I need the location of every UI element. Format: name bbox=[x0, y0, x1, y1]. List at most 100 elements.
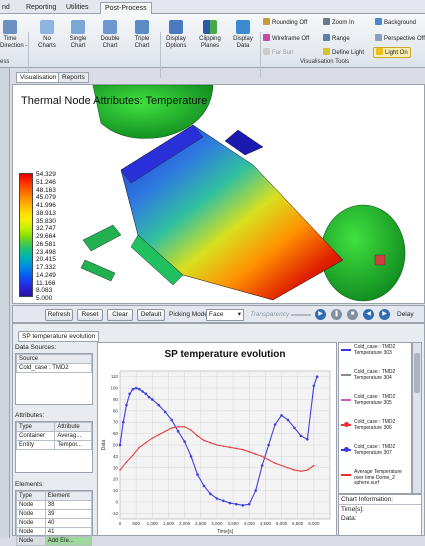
table-row[interactable]: Node 38 bbox=[16, 500, 93, 510]
chart-info-label: Chart Information: bbox=[339, 495, 421, 505]
source-header: Source bbox=[16, 354, 92, 364]
display-data-label: Display Data bbox=[233, 36, 253, 49]
default-button[interactable]: Default bbox=[137, 309, 165, 321]
table-row[interactable]: Entity Tempor... bbox=[15, 440, 92, 450]
table-row[interactable]: Node 41 bbox=[16, 527, 93, 537]
legend-value: 32.747 bbox=[36, 225, 56, 233]
refresh-button[interactable]: Refresh bbox=[45, 309, 73, 321]
data-point bbox=[299, 434, 303, 438]
background-button[interactable]: Background bbox=[375, 18, 416, 27]
pause-icon[interactable]: ❚ bbox=[331, 309, 342, 320]
data-point bbox=[170, 418, 173, 422]
step-forward-icon[interactable]: ▶ bbox=[379, 309, 390, 320]
data-point bbox=[203, 439, 205, 442]
transparency-slider[interactable] bbox=[291, 314, 311, 316]
legend-value: 38.913 bbox=[36, 209, 56, 217]
time-direction-button[interactable]: Time Direction - bbox=[0, 20, 27, 50]
no-charts-button[interactable]: No Charts bbox=[36, 20, 58, 50]
table-row[interactable]: Container Averag... bbox=[15, 431, 92, 441]
legend-entry[interactable]: Cold_case : TMD2 Temperature 306 bbox=[341, 419, 409, 436]
define-light-label: Define Light bbox=[332, 50, 365, 56]
legend-entry[interactable]: Cold_case : TMD2 Temperature 304 bbox=[341, 369, 409, 386]
add-element-cell[interactable]: Add Ele... bbox=[44, 536, 93, 546]
x-tick-label: 2,000 bbox=[179, 521, 191, 526]
data-sources-table: Source Cold_case : TMD2 bbox=[15, 353, 93, 405]
data-point bbox=[315, 375, 319, 378]
data-point bbox=[138, 387, 141, 391]
chart-legend-list[interactable]: Cold_case : TMD2 Temperature 303 Cold_cas… bbox=[338, 342, 412, 494]
double-chart-button[interactable]: Double Chart bbox=[98, 20, 122, 50]
3d-viewport[interactable]: Thermal Node Attributes: Temperature 54.… bbox=[12, 84, 425, 304]
legend-entry[interactable]: Average Temperature over time Dome_2 sph… bbox=[341, 469, 409, 486]
tab-visualisation[interactable]: Visualisation bbox=[16, 72, 61, 83]
ribbon-tab-reporting[interactable]: Reporting bbox=[22, 2, 60, 14]
chart-container[interactable]: -10 0 10 20 30 40 50 60 70 80 90 100 110 0 500 1,000 1,5… bbox=[97, 342, 337, 536]
triple-chart-button[interactable]: Triple Chart bbox=[130, 20, 154, 50]
display-data-button[interactable]: Display Data bbox=[230, 20, 256, 50]
data-point bbox=[254, 489, 257, 492]
data-point bbox=[183, 425, 186, 428]
table-row[interactable]: Node Add Ele... bbox=[16, 536, 93, 546]
data-point bbox=[196, 435, 199, 437]
data-point bbox=[215, 497, 219, 500]
chevron-down-icon: ▾ bbox=[237, 311, 241, 318]
data-point bbox=[235, 447, 238, 450]
rounding-toggle[interactable]: Rounding Off bbox=[263, 18, 307, 27]
legend-value: 54.329 bbox=[36, 171, 56, 178]
view-tab-bar: Visualisation Reports bbox=[12, 70, 425, 84]
tab-reports[interactable]: Reports bbox=[58, 72, 89, 83]
legend-value: 8.083 bbox=[36, 287, 53, 295]
legend-entry-label: Cold_case : TMD2 Temperature 307 bbox=[354, 444, 396, 456]
legend-scrollbar[interactable] bbox=[412, 342, 422, 494]
far-sun-toggle[interactable]: Far Sun bbox=[263, 48, 293, 57]
y-tick-label: 0 bbox=[115, 499, 118, 504]
elem-cell: Node bbox=[16, 518, 46, 528]
source-cell[interactable]: Cold_case : TMD2 bbox=[16, 363, 92, 373]
reset-button[interactable]: Reset bbox=[77, 309, 103, 321]
data-point bbox=[293, 469, 296, 471]
y-tick-label: 20 bbox=[113, 477, 119, 482]
stop-icon[interactable]: ■ bbox=[347, 309, 358, 320]
ribbon-tab-nd[interactable]: nd bbox=[0, 2, 14, 14]
table-row[interactable]: Node 39 bbox=[16, 509, 93, 519]
light-on-toggle[interactable]: Light On bbox=[373, 47, 411, 58]
data-point bbox=[241, 448, 244, 451]
picking-mode-select[interactable]: Face ▾ bbox=[206, 309, 244, 321]
tab-sp-temperature-evolution[interactable]: SP temperature evolution bbox=[18, 331, 100, 342]
left-collapsed-panel[interactable] bbox=[0, 68, 10, 538]
data-point bbox=[280, 464, 283, 467]
background-icon bbox=[375, 18, 382, 25]
ribbon-tab-post-process[interactable]: Post-Process bbox=[100, 2, 152, 14]
wireframe-toggle[interactable]: Wireframe Off bbox=[263, 34, 309, 43]
legend-entry[interactable]: Cold_case : TMD2 Temperature 305 bbox=[341, 394, 409, 411]
table-row[interactable]: Node 40 bbox=[16, 518, 93, 528]
perspective-toggle[interactable]: Perspective Off bbox=[375, 34, 425, 43]
scrollbar-thumb[interactable] bbox=[414, 353, 420, 393]
clear-button[interactable]: Clear bbox=[107, 309, 133, 321]
data-point bbox=[118, 443, 122, 447]
legend-entry[interactable]: Cold_case : TMD2 Temperature 303 bbox=[341, 344, 409, 361]
single-chart-button[interactable]: Single Chart bbox=[66, 20, 90, 50]
display-options-button[interactable]: Display Options bbox=[163, 20, 189, 50]
play-icon[interactable]: ▶ bbox=[315, 309, 326, 320]
3d-model[interactable] bbox=[13, 85, 425, 304]
data-point bbox=[248, 451, 251, 453]
legend-value: 41.996 bbox=[36, 202, 56, 209]
ribbon-tab-utilities[interactable]: Utilities bbox=[62, 2, 93, 14]
range-button[interactable]: Range bbox=[323, 34, 350, 43]
data-point bbox=[190, 429, 192, 431]
elem-header-element: Element bbox=[44, 491, 93, 501]
define-light-button[interactable]: Define Light bbox=[323, 48, 364, 57]
data-point bbox=[119, 469, 121, 471]
legend-entry[interactable]: Cold_case : TMD2 Temperature 307 bbox=[341, 444, 409, 461]
legend-entry-label: Cold_case : TMD2 Temperature 305 bbox=[354, 394, 396, 406]
elements-label: Elements: bbox=[15, 481, 44, 488]
zoom-in-button[interactable]: Zoom In bbox=[323, 18, 354, 27]
single-chart-icon bbox=[71, 20, 85, 34]
elem-cell: 40 bbox=[44, 518, 93, 528]
clipping-planes-button[interactable]: Clipping Planes bbox=[196, 20, 224, 50]
line-marker-icon bbox=[341, 399, 351, 401]
visualisation-tools-group-label: Visualisation Tools bbox=[300, 59, 350, 65]
legend-value: 5.000 bbox=[36, 295, 53, 302]
step-back-icon[interactable]: ◀ bbox=[363, 309, 374, 320]
